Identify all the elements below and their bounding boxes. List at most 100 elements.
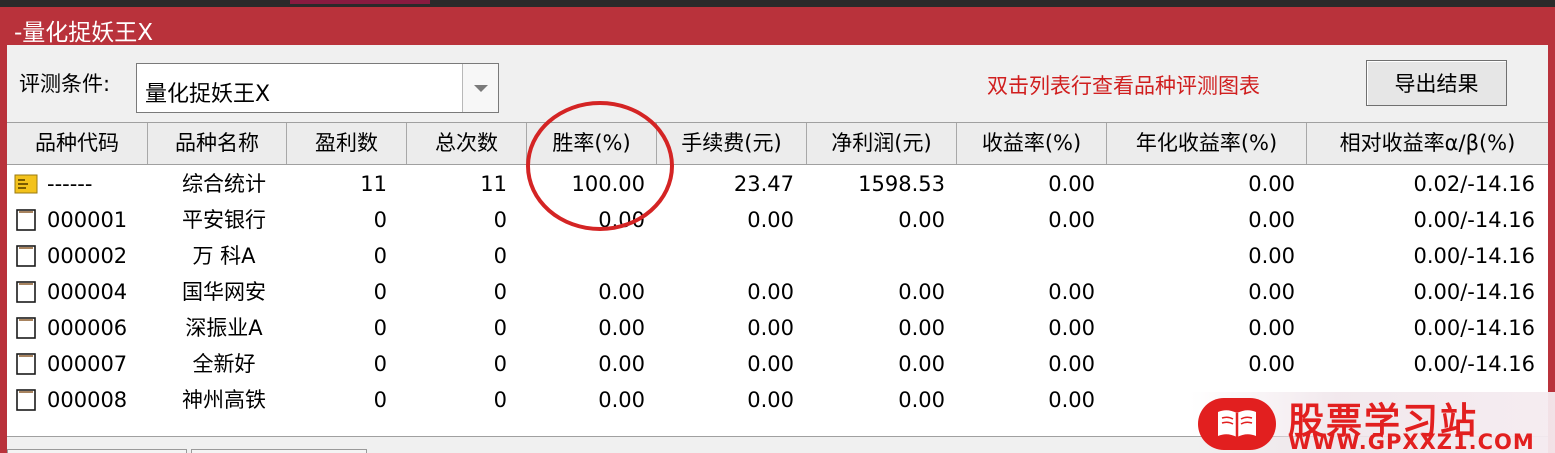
top-strip <box>0 0 1555 7</box>
cell-yield: 0.00 <box>1048 280 1095 304</box>
col-header-fee[interactable]: 手续费(元) <box>657 123 807 164</box>
cell-relative: 0.00/-14.16 <box>1413 316 1535 340</box>
book-icon <box>1218 410 1256 437</box>
table-row[interactable]: 000006 深振业A 0 0 0.00 0.00 0.00 0.00 0.00… <box>7 310 1548 346</box>
cell-yield: 0.00 <box>1048 172 1095 196</box>
cell-wins: 0 <box>373 208 387 232</box>
col-header-net-profit[interactable]: 净利润(元) <box>807 123 957 164</box>
document-icon <box>16 353 36 375</box>
title-bar[interactable]: -量化捉妖王X <box>0 7 1555 46</box>
table-body: ------ 综合统计 11 11 100.00 23.47 1598.53 0… <box>7 166 1548 418</box>
cell-relative: 0.00/-14.16 <box>1413 244 1535 268</box>
col-header-name[interactable]: 品种名称 <box>148 123 287 164</box>
cell-net-profit <box>807 238 945 274</box>
cell-wins: 0 <box>373 244 387 268</box>
cell-code: 000007 <box>47 352 128 376</box>
col-header-yield[interactable]: 收益率(%) <box>957 123 1107 164</box>
cell-yield: 0.00 <box>1048 316 1095 340</box>
table-header: 品种代码 品种名称 盈利数 总次数 胜率(%) 手续费(元) 净利润(元) 收益… <box>7 123 1548 165</box>
col-header-code[interactable]: 品种代码 <box>7 123 148 164</box>
cell-total: 0 <box>493 280 507 304</box>
site-watermark: 股票学习站 WWW.GPXXZ1.COM <box>1190 392 1555 453</box>
cell-fee: 0.00 <box>747 352 794 376</box>
cell-net-profit: 0.00 <box>898 352 945 376</box>
cell-yield <box>957 238 1095 274</box>
cell-total: 11 <box>480 172 507 196</box>
cell-wins: 0 <box>373 352 387 376</box>
cell-name: 平安银行 <box>182 208 266 232</box>
col-header-wins[interactable]: 盈利数 <box>287 123 407 164</box>
cell-name: 万 科A <box>192 244 256 268</box>
annotation-circle <box>526 101 674 231</box>
cell-net-profit: 0.00 <box>898 208 945 232</box>
bottom-tab[interactable] <box>191 449 367 453</box>
col-header-total[interactable]: 总次数 <box>407 123 527 164</box>
cell-net-profit: 0.00 <box>898 280 945 304</box>
cell-relative: 0.02/-14.16 <box>1413 172 1535 196</box>
table-row[interactable]: 000001 平安银行 0 0 0.00 0.00 0.00 0.00 0.00… <box>7 202 1548 238</box>
summary-icon <box>14 174 38 194</box>
cell-annual-yield: 0.00 <box>1248 208 1295 232</box>
cell-total: 0 <box>493 208 507 232</box>
cell-total: 0 <box>493 352 507 376</box>
col-header-annual-yield[interactable]: 年化收益率(%) <box>1107 123 1307 164</box>
cell-fee: 0.00 <box>747 208 794 232</box>
cell-fee: 0.00 <box>747 388 794 412</box>
cell-name: 国华网安 <box>182 280 266 304</box>
cell-annual-yield: 0.00 <box>1248 280 1295 304</box>
watermark-url: WWW.GPXXZ1.COM <box>1288 430 1535 453</box>
table-row[interactable]: 000002 万 科A 0 0 0.00 0.00/-14.16 <box>7 238 1548 274</box>
cell-relative: 0.00/-14.16 <box>1413 280 1535 304</box>
cell-relative: 0.00/-14.16 <box>1413 352 1535 376</box>
window-title: -量化捉妖王X <box>14 20 154 46</box>
export-results-button[interactable]: 导出结果 <box>1366 60 1507 106</box>
cell-win-rate: 0.00 <box>598 352 645 376</box>
cell-wins: 0 <box>373 280 387 304</box>
cell-annual-yield: 0.00 <box>1248 244 1295 268</box>
document-icon <box>16 209 36 231</box>
cell-total: 0 <box>493 244 507 268</box>
cell-total: 0 <box>493 316 507 340</box>
document-icon <box>16 317 36 339</box>
cell-code: 000002 <box>47 244 128 268</box>
condition-select[interactable]: 量化捉妖王X <box>136 63 499 113</box>
cell-name: 神州高铁 <box>182 388 266 412</box>
cell-fee <box>667 238 794 274</box>
table-row[interactable]: 000004 国华网安 0 0 0.00 0.00 0.00 0.00 0.00… <box>7 274 1548 310</box>
cell-annual-yield: 0.00 <box>1248 172 1295 196</box>
cell-net-profit: 1598.53 <box>858 172 945 196</box>
condition-label: 评测条件: <box>19 72 111 96</box>
table-row[interactable]: ------ 综合统计 11 11 100.00 23.47 1598.53 0… <box>7 166 1548 202</box>
cell-fee: 0.00 <box>747 316 794 340</box>
cell-name: 全新好 <box>192 352 256 376</box>
cell-win-rate: 0.00 <box>598 388 645 412</box>
col-header-relative[interactable]: 相对收益率α/β(%) <box>1307 123 1548 164</box>
cell-code: ------ <box>47 172 93 196</box>
cell-wins: 11 <box>360 172 387 196</box>
cell-win-rate: 0.00 <box>598 316 645 340</box>
cell-code: 000006 <box>47 316 128 340</box>
table-row[interactable]: 000007 全新好 0 0 0.00 0.00 0.00 0.00 0.00 … <box>7 346 1548 382</box>
cell-code: 000004 <box>47 280 128 304</box>
book-logo-badge <box>1198 398 1276 450</box>
condition-select-value: 量化捉妖王X <box>145 82 271 107</box>
document-icon <box>16 245 36 267</box>
background-window-remnant <box>290 0 430 4</box>
window-frame-left <box>0 45 7 453</box>
cell-annual-yield: 0.00 <box>1248 352 1295 376</box>
cell-total: 0 <box>493 388 507 412</box>
bottom-tab[interactable] <box>7 449 187 453</box>
cell-fee: 0.00 <box>747 280 794 304</box>
cell-win-rate: 0.00 <box>598 280 645 304</box>
cell-code: 000008 <box>47 388 128 412</box>
condition-dropdown-button[interactable] <box>462 64 498 112</box>
cell-code: 000001 <box>47 208 128 232</box>
cell-wins: 0 <box>373 388 387 412</box>
cell-annual-yield: 0.00 <box>1248 316 1295 340</box>
cell-yield: 0.00 <box>1048 388 1095 412</box>
cell-fee: 23.47 <box>733 172 794 196</box>
results-table[interactable]: 品种代码 品种名称 盈利数 总次数 胜率(%) 手续费(元) 净利润(元) 收益… <box>7 122 1548 436</box>
cell-name: 综合统计 <box>182 172 266 196</box>
cell-win-rate <box>527 238 645 274</box>
hint-text: 双击列表行查看品种评测图表 <box>987 74 1260 98</box>
